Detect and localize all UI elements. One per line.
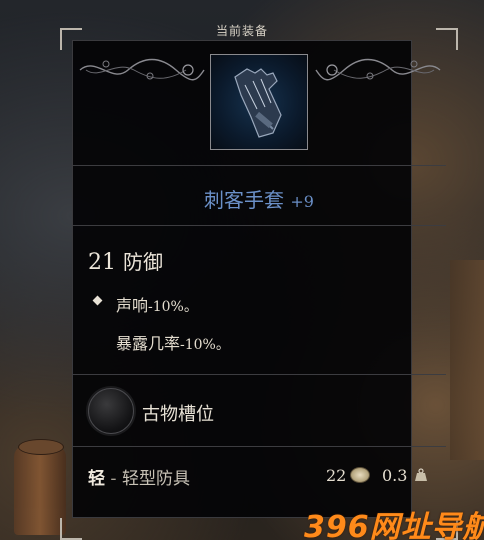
item-name-text: 刺客手套 — [204, 188, 285, 212]
coin-icon — [350, 467, 370, 483]
effect-value: -10%。 — [180, 337, 230, 353]
site-watermark: 396网址导航 — [304, 510, 484, 540]
gauntlet-icon — [234, 68, 282, 138]
ornament-right-icon — [315, 58, 441, 81]
effect-line: 暴露几率-10%。 — [116, 330, 230, 354]
item-name: 刺客手套 +9 — [72, 184, 446, 213]
item-icon-frame[interactable] — [210, 54, 308, 150]
defense-label: 防御 — [123, 250, 163, 274]
relic-slot-label: 古物槽位 — [142, 404, 214, 425]
effect-name: 暴露几率 — [116, 334, 181, 353]
corner-bracket-top-left — [60, 28, 82, 50]
type-separator: - — [105, 469, 122, 489]
divider-3 — [72, 374, 446, 375]
armor-category: 轻型防具 — [121, 469, 190, 489]
item-weight: 0.3 — [382, 466, 408, 485]
corner-bracket-bottom-left — [60, 518, 82, 540]
divider-2 — [72, 225, 446, 226]
effect-value: -10%。 — [148, 299, 198, 315]
corner-bracket-top-right — [436, 28, 458, 50]
background-jar — [14, 439, 66, 535]
effect-line: 声响-10%。 — [116, 292, 198, 316]
weight-class: 轻 — [88, 469, 105, 489]
weight-icon — [415, 468, 427, 481]
ornament-left-icon — [79, 58, 205, 81]
divider-4 — [72, 446, 446, 447]
item-upgrade-level: +9 — [290, 192, 314, 211]
empty-slot-orb-icon[interactable] — [88, 388, 134, 434]
item-value: 22 — [326, 466, 347, 485]
effect-name: 声响 — [116, 296, 149, 315]
armor-type: 轻 - 轻型防具 — [88, 464, 190, 489]
divider-1 — [72, 165, 446, 166]
background-crate — [450, 260, 484, 460]
defense-stat: 21 防御 — [88, 246, 163, 275]
defense-value: 21 — [88, 250, 116, 275]
